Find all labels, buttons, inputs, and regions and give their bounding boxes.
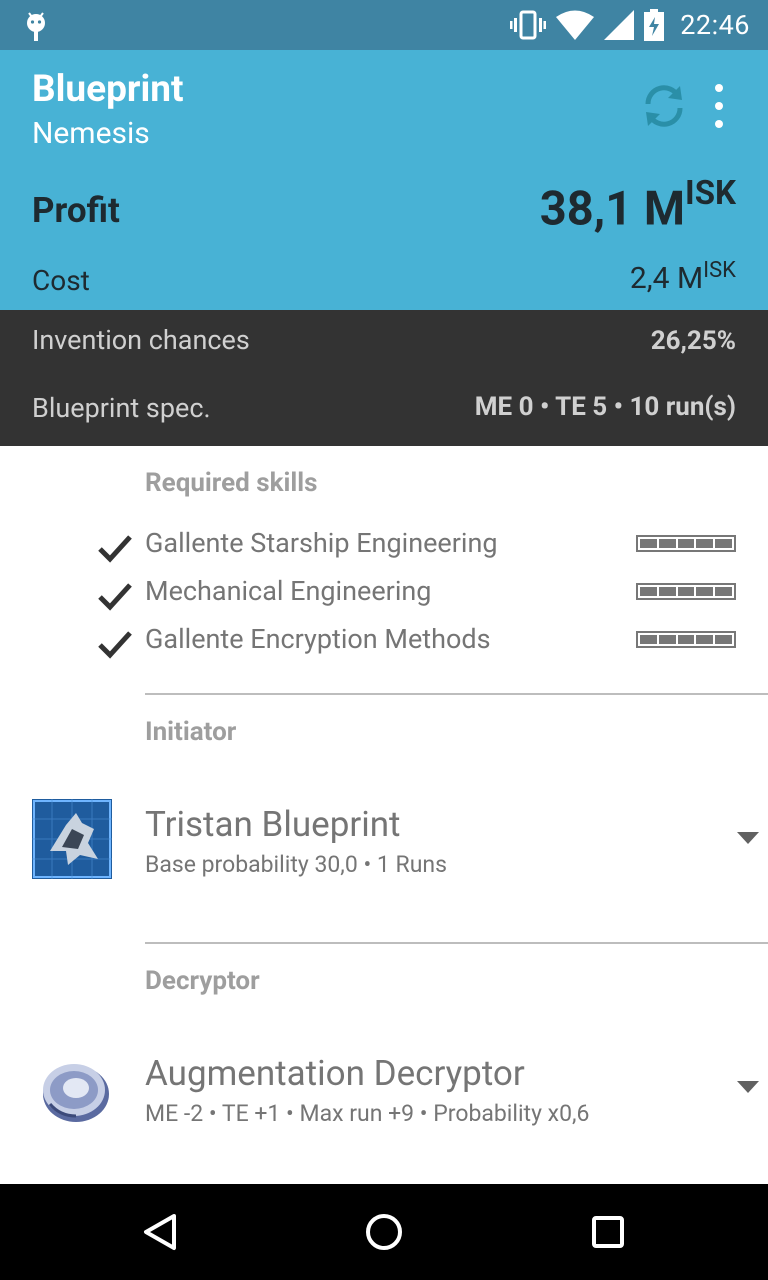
cost-label: Cost [32,264,90,297]
status-bar: 22:46 [0,0,768,50]
tristan-blueprint-thumbnail [32,799,112,879]
vibrate-icon [510,10,547,40]
skill-name: Gallente Starship Engineering [145,527,498,559]
cost-unit: ISK [703,258,736,283]
navigation-bar [0,1184,768,1280]
initiator-header: Initiator [145,717,237,747]
skill-name: Gallente Encryption Methods [145,623,491,655]
chevron-down-icon[interactable] [737,1081,759,1093]
checkmark-icon [98,631,132,659]
signal-icon [604,10,635,40]
checkmark-icon [98,583,132,611]
cost-value: 2,4 MISK [629,258,736,296]
recents-icon[interactable] [590,1214,626,1250]
home-icon[interactable] [364,1212,404,1252]
profit-label: Profit [32,190,120,231]
initiator-subtitle: Base probability 30,0 • 1 Runs [145,851,447,878]
augmentation-decryptor-thumbnail [43,1064,109,1122]
android-debug-icon [27,12,45,41]
profit-unit: ISK [685,174,736,213]
skill-row: Mechanical Engineering [0,575,768,623]
invention-chances-value: 26,25% [650,326,736,356]
back-icon[interactable] [140,1212,180,1252]
divider [145,693,768,695]
skill-level-bar [636,583,736,600]
refresh-icon[interactable] [638,80,690,132]
decryptor-subtitle: ME -2 • TE +1 • Max run +9 • Probability… [145,1100,590,1127]
skill-row: Gallente Encryption Methods [0,623,768,671]
page-subtitle: Nemesis [32,116,150,151]
skill-level-bar [636,631,736,648]
initiator-title: Tristan Blueprint [145,804,401,845]
checkmark-icon [98,535,132,563]
more-options-icon[interactable] [704,84,734,128]
profit-value: 38,1 MISK [539,174,736,237]
blueprint-spec-label: Blueprint spec. [32,392,211,424]
app-bar: Blueprint Nemesis Profit 38,1 MISK Cost … [0,50,768,310]
divider [145,942,768,944]
wifi-icon [556,10,595,40]
chevron-down-icon[interactable] [737,832,759,844]
decryptor-title: Augmentation Decryptor [145,1053,525,1094]
skill-row: Gallente Starship Engineering [0,527,768,575]
page-title: Blueprint [32,68,184,111]
skill-level-bar [636,535,736,552]
skill-name: Mechanical Engineering [145,575,432,607]
blueprint-spec-value: ME 0 • TE 5 • 10 run(s) [474,392,736,422]
invention-chances-label: Invention chances [32,324,250,356]
required-skills-header: Required skills [145,468,318,498]
decryptor-header: Decryptor [145,966,260,996]
battery-charging-icon [644,9,665,41]
status-clock: 22:46 [680,9,750,41]
details-panel: Invention chances 26,25% Blueprint spec.… [0,310,768,446]
